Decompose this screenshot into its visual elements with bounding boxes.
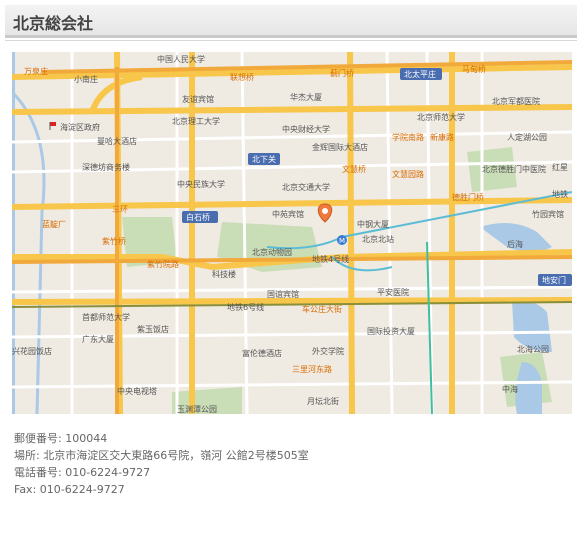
map-label: 中苑宾馆	[272, 209, 304, 219]
map-label: 友谊宾馆	[182, 94, 214, 104]
map-label: 紫竹桥	[102, 236, 126, 246]
fax-number: Fax: 010-6224-9727	[14, 483, 125, 496]
map-label: 白石桥	[186, 212, 210, 222]
postal-code: 郵便番号: 100044	[14, 432, 108, 445]
map-label: 平安医院	[377, 287, 409, 297]
map-label: 科技楼	[212, 269, 236, 279]
map-label: 车公庄大街	[302, 304, 342, 314]
phone-number: 電話番号: 010-6224-9727	[14, 466, 151, 479]
map-label: 首都师范大学	[82, 312, 130, 322]
address: 場所: 北京市海淀区交大東路66号院，嶺河 公館2号楼505室	[14, 449, 309, 462]
map-label: 广东大厦	[82, 334, 114, 344]
map-label: 马甸桥	[462, 64, 486, 74]
map-label: 玉渊潭公园	[177, 404, 217, 414]
map-label: 地铁6号线	[227, 302, 264, 312]
map-label: 紫玉饭店	[137, 324, 169, 334]
map-label: 华杰大厦	[290, 92, 322, 102]
map-label: 国际投资大厦	[367, 326, 415, 336]
map-label: 中央电视塔	[117, 386, 157, 396]
map-label: 地铁4号线	[312, 254, 349, 264]
map-label: 北京师范大学	[417, 112, 465, 122]
map-label: 海淀区政府	[60, 122, 100, 132]
map-label: 中海	[502, 384, 518, 394]
map-label: 中钢大厦	[357, 219, 389, 229]
map-label: 深德坊商务楼	[82, 162, 130, 172]
company-info: 郵便番号: 100044 場所: 北京市海淀区交大東路66号院，嶺河 公館2号楼…	[14, 430, 574, 498]
svg-text:M: M	[339, 237, 345, 245]
map-label: 人定湖公园	[507, 132, 547, 142]
map-label: 金辉国际大酒店	[312, 142, 368, 152]
map-canvas[interactable]: 万泉庄 小南庄 中国人民大学 联想桥 蓟门桥 北太平庄 马甸桥 友谊宾馆 华杰大…	[12, 52, 572, 414]
page-header: 北京総会社	[5, 5, 577, 41]
header-divider	[5, 40, 577, 41]
map-label: 北太平庄	[404, 69, 436, 79]
map-label: 学院南路	[392, 132, 424, 142]
map-label: 北京北站	[362, 234, 394, 244]
map-label: 三里河东路	[292, 364, 332, 374]
map-label: 月坛北街	[307, 396, 339, 406]
map-label: 蓝靛厂	[42, 219, 66, 229]
map-label: 文慧桥	[342, 164, 366, 174]
map-label: 中国人民大学	[157, 54, 205, 64]
map-label: 北海公园	[517, 344, 549, 354]
map-label: 北下关	[252, 154, 276, 164]
map-label: 文慧园路	[392, 169, 424, 179]
map-label: 红星	[552, 162, 568, 172]
map-label: 小南庄	[74, 74, 98, 84]
map-label: 北京理工大学	[172, 116, 220, 126]
map-label: 后海	[507, 239, 523, 249]
map-label: 外交学院	[312, 346, 344, 356]
map-label: 地安门	[542, 275, 566, 285]
map-label: 曼哈大酒店	[97, 136, 137, 146]
map-label: 地铁	[552, 189, 568, 199]
map-label: 中央财经大学	[282, 124, 330, 134]
map-label: 兴花园饭店	[12, 346, 52, 356]
map-label: 新康路	[430, 132, 454, 142]
map-label: 蓟门桥	[330, 68, 354, 78]
map-label: 三环	[112, 205, 128, 214]
map-label: 北京军都医院	[492, 96, 540, 106]
map-label: 北京动物园	[252, 247, 292, 257]
map-label: 紫竹院路	[147, 259, 179, 269]
map-label: 北京德胜门中医院	[482, 164, 546, 174]
map-label: 国谊宾馆	[267, 289, 299, 299]
map-label: 万泉庄	[24, 66, 48, 76]
map-label: 竹园宾馆	[532, 209, 564, 219]
map-label: 德胜门桥	[452, 192, 484, 202]
map-label: 北京交通大学	[282, 182, 330, 192]
location-map[interactable]: 万泉庄 小南庄 中国人民大学 联想桥 蓟门桥 北太平庄 马甸桥 友谊宾馆 华杰大…	[12, 52, 572, 414]
map-label: 联想桥	[230, 72, 254, 82]
subway-station-icon: M	[337, 235, 347, 245]
page-title: 北京総会社	[13, 14, 94, 33]
map-label: 中央民族大学	[177, 179, 225, 189]
map-label: 富伦德酒店	[242, 348, 282, 358]
